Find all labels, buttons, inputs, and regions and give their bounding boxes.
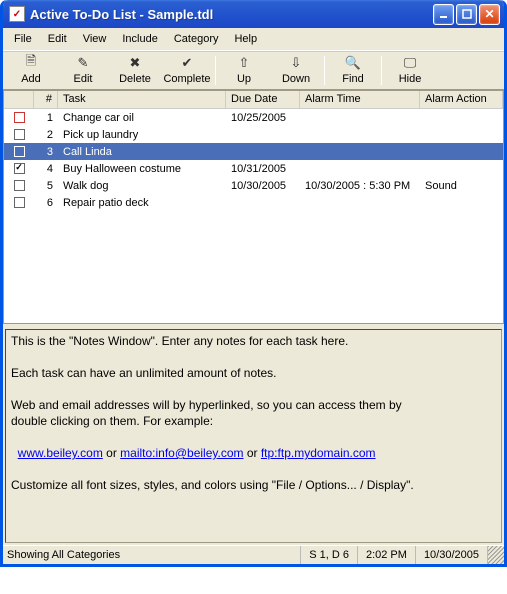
menu-help[interactable]: Help [227, 31, 264, 47]
task-number: 1 [34, 112, 58, 124]
notes-line: www.beiley.com or mailto:info@beiley.com… [11, 445, 496, 461]
task-name: Call Linda [58, 146, 226, 158]
task-name: Pick up laundry [58, 129, 226, 141]
menu-edit[interactable]: Edit [41, 31, 74, 47]
add-button[interactable]: 🗎Add [5, 53, 57, 88]
notes-panel[interactable]: This is the "Notes Window". Enter any no… [5, 329, 502, 543]
task-checkbox[interactable] [14, 129, 25, 140]
binoculars-icon: 🔍 [345, 55, 361, 71]
x-icon: ✖ [130, 55, 141, 71]
task-row[interactable]: 6Repair patio deck [4, 194, 503, 211]
task-checkbox[interactable] [14, 112, 25, 123]
separator [215, 56, 216, 85]
find-button[interactable]: 🔍Find [327, 53, 379, 88]
header-checkbox[interactable] [4, 91, 34, 108]
titlebar[interactable]: ✓ Active To-Do List - Sample.tdl ✕ [3, 0, 504, 28]
task-due-date: 10/25/2005 [226, 112, 300, 124]
separator [381, 56, 382, 85]
status-time: 2:02 PM [357, 546, 415, 564]
task-list: # Task Due Date Alarm Time Alarm Action … [3, 90, 504, 324]
header-due-date[interactable]: Due Date [226, 91, 300, 108]
task-number: 5 [34, 180, 58, 192]
close-button[interactable]: ✕ [479, 4, 500, 25]
task-number: 4 [34, 163, 58, 175]
resize-grip[interactable] [487, 546, 504, 564]
header-number[interactable]: # [34, 91, 58, 108]
menu-view[interactable]: View [76, 31, 114, 47]
task-checkbox[interactable] [14, 146, 25, 157]
minimize-button[interactable] [433, 4, 454, 25]
separator [324, 56, 325, 85]
menu-category[interactable]: Category [167, 31, 226, 47]
header-alarm-action[interactable]: Alarm Action [420, 91, 503, 108]
arrow-up-icon: ⇧ [239, 55, 250, 71]
task-number: 3 [34, 146, 58, 158]
down-button[interactable]: ⇩Down [270, 53, 322, 88]
edit-button[interactable]: ✎Edit [57, 53, 109, 88]
notes-line: Customize all font sizes, styles, and co… [11, 477, 496, 493]
notes-link[interactable]: mailto:info@beiley.com [120, 446, 243, 460]
task-checkbox[interactable] [14, 180, 25, 191]
app-window: ✓ Active To-Do List - Sample.tdl ✕ File … [0, 0, 507, 567]
notes-line: Web and email addresses will by hyperlin… [11, 397, 496, 413]
column-headers: # Task Due Date Alarm Time Alarm Action [4, 91, 503, 109]
header-task[interactable]: Task [58, 91, 226, 108]
task-number: 2 [34, 129, 58, 141]
complete-button[interactable]: ✔Complete [161, 53, 213, 88]
arrow-down-icon: ⇩ [291, 55, 302, 71]
task-name: Walk dog [58, 180, 226, 192]
task-row[interactable]: 1Change car oil10/25/2005 [4, 109, 503, 126]
app-icon: ✓ [9, 6, 25, 22]
task-checkbox[interactable] [14, 163, 25, 174]
task-checkbox[interactable] [14, 197, 25, 208]
menubar: File Edit View Include Category Help [3, 28, 504, 51]
task-name: Buy Halloween costume [58, 163, 226, 175]
notes-line: Each task can have an unlimited amount o… [11, 365, 496, 381]
status-left: Showing All Categories [3, 546, 300, 564]
task-row[interactable]: 5Walk dog10/30/200510/30/2005 : 5:30 PMS… [4, 177, 503, 194]
menu-include[interactable]: Include [115, 31, 164, 47]
maximize-button[interactable] [456, 4, 477, 25]
up-button[interactable]: ⇧Up [218, 53, 270, 88]
statusbar: Showing All Categories S 1, D 6 2:02 PM … [3, 545, 504, 564]
task-due-date: 10/30/2005 [226, 180, 300, 192]
task-row[interactable]: 4Buy Halloween costume10/31/2005 [4, 160, 503, 177]
task-due-date: 10/31/2005 [226, 163, 300, 175]
document-icon: 🗎 [26, 55, 36, 71]
window-title: Active To-Do List - Sample.tdl [30, 7, 433, 22]
toolbar: 🗎Add ✎Edit ✖Delete ✔Complete ⇧Up ⇩Down 🔍… [3, 51, 504, 90]
status-date: 10/30/2005 [415, 546, 487, 564]
task-name: Change car oil [58, 112, 226, 124]
status-count: S 1, D 6 [300, 546, 357, 564]
notes-line: This is the "Notes Window". Enter any no… [11, 333, 496, 349]
notes-link[interactable]: www.beiley.com [18, 446, 103, 460]
task-rows: 1Change car oil10/25/20052Pick up laundr… [4, 109, 503, 211]
task-alarm-time: 10/30/2005 : 5:30 PM [300, 180, 420, 192]
pencil-icon: ✎ [78, 55, 89, 71]
task-number: 6 [34, 197, 58, 209]
header-alarm-time[interactable]: Alarm Time [300, 91, 420, 108]
hide-button[interactable]: 🖵Hide [384, 53, 436, 88]
monitor-icon: 🖵 [404, 55, 417, 71]
task-row[interactable]: 2Pick up laundry [4, 126, 503, 143]
check-icon: ✔ [182, 55, 193, 71]
task-row[interactable]: 3Call Linda [4, 143, 503, 160]
notes-line: double clicking on them. For example: [11, 413, 496, 429]
delete-button[interactable]: ✖Delete [109, 53, 161, 88]
menu-file[interactable]: File [7, 31, 39, 47]
task-name: Repair patio deck [58, 197, 226, 209]
task-alarm-action: Sound [420, 180, 503, 192]
notes-link[interactable]: ftp:ftp.mydomain.com [261, 446, 376, 460]
